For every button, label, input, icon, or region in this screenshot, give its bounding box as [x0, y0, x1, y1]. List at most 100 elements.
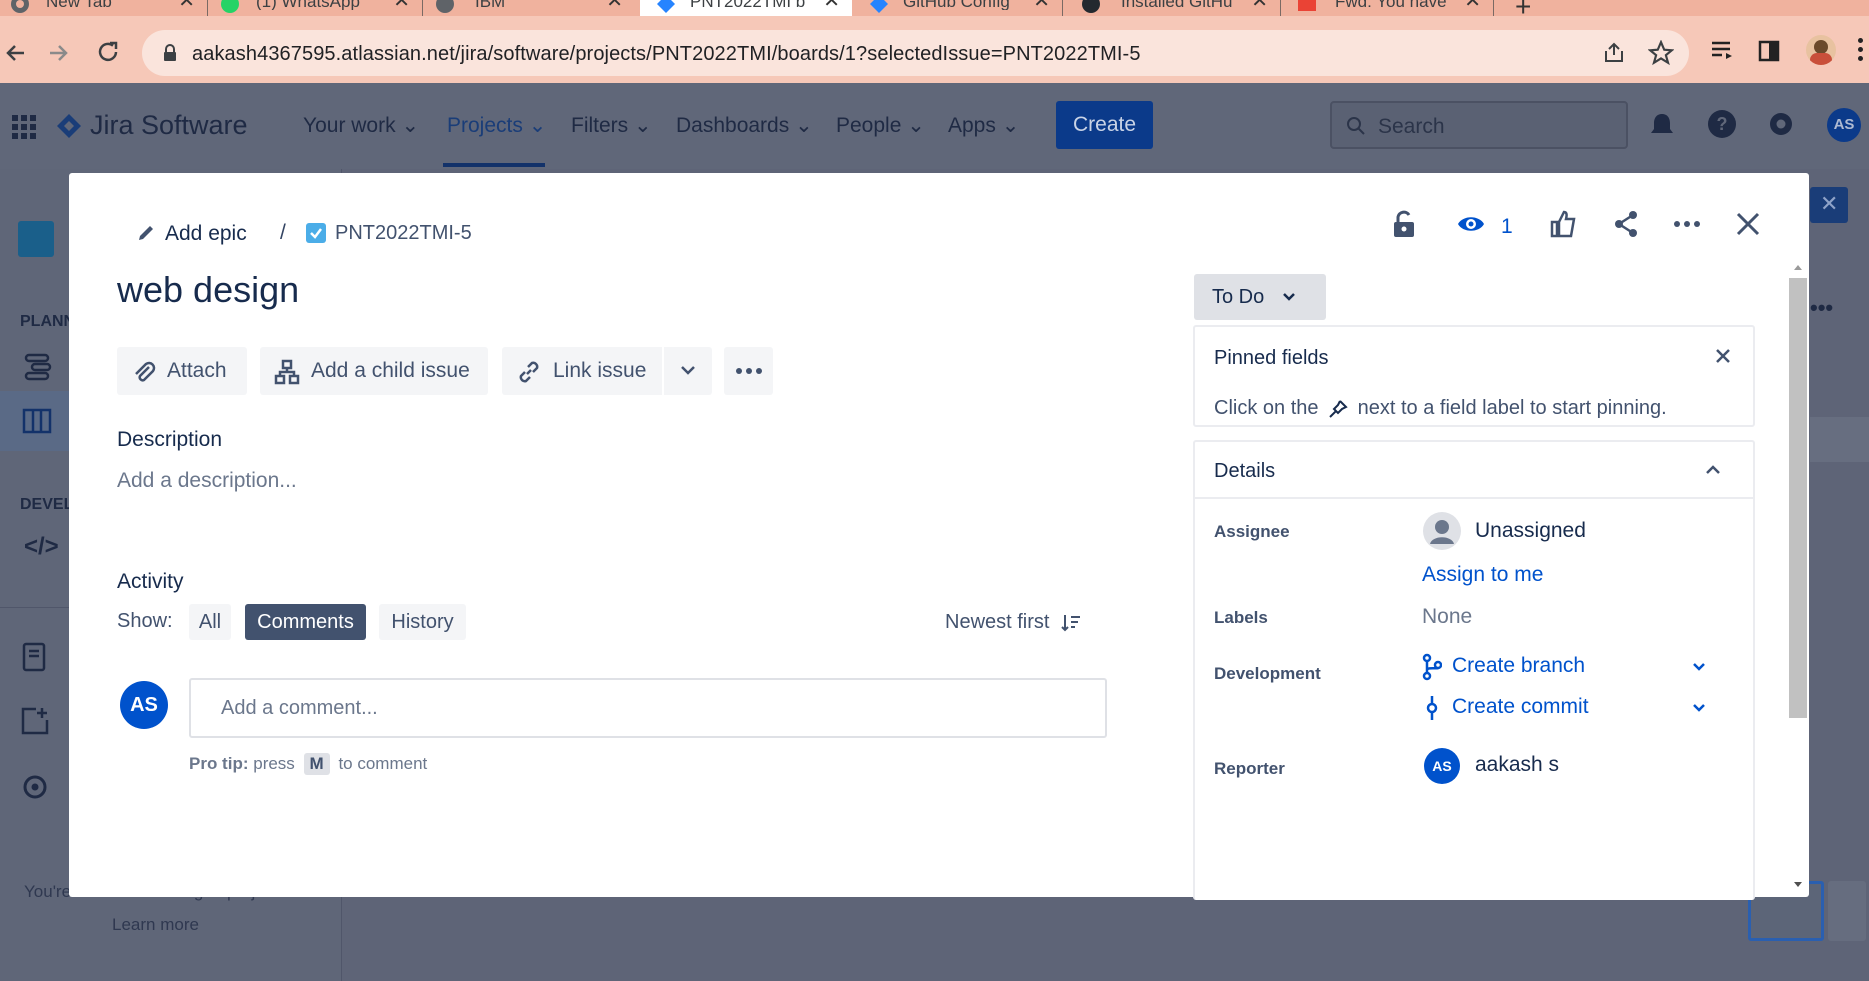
- browser-tab[interactable]: (1) WhatsApp ✕: [210, 0, 422, 16]
- browser-tab[interactable]: IBM ✕: [425, 0, 635, 16]
- assign-to-me-link[interactable]: Assign to me: [1422, 563, 1543, 587]
- attach-button[interactable]: Attach: [117, 347, 247, 395]
- labels-value[interactable]: None: [1422, 605, 1472, 629]
- details-scrollbar[interactable]: [1787, 260, 1809, 893]
- close-pinned-icon[interactable]: [1715, 348, 1731, 364]
- chevron-down-icon[interactable]: [1692, 703, 1706, 713]
- chevron-down-icon[interactable]: [1692, 662, 1706, 672]
- search-input[interactable]: Search: [1330, 101, 1628, 149]
- browser-tab-active[interactable]: PNT2022TMI b ✕: [640, 0, 852, 16]
- description-field[interactable]: Add a description...: [117, 469, 997, 505]
- add-child-issue-button[interactable]: Add a child issue: [260, 347, 488, 395]
- new-tab-icon[interactable]: +: [1515, 0, 1531, 16]
- board-icon: [22, 408, 52, 434]
- watch-eye-icon[interactable]: [1456, 209, 1486, 239]
- app-switcher-icon[interactable]: [12, 115, 36, 139]
- help-icon[interactable]: ?: [1707, 109, 1737, 139]
- child-issue-icon: [274, 359, 300, 385]
- nav-dashboards[interactable]: Dashboards ⌄: [676, 113, 813, 138]
- nav-filters[interactable]: Filters ⌄: [571, 113, 652, 138]
- close-tab-icon[interactable]: ✕: [606, 0, 623, 11]
- jira-logo-icon[interactable]: [56, 113, 82, 139]
- project-avatar-icon[interactable]: [18, 221, 54, 257]
- browser-tab[interactable]: Fwd: You have ✕: [1283, 0, 1493, 16]
- browser-menu-icon[interactable]: [1858, 38, 1863, 62]
- assignee-label: Assignee: [1214, 522, 1290, 541]
- tab-title: New Tab: [46, 0, 112, 10]
- reading-list-icon[interactable]: [1710, 40, 1736, 62]
- unlock-icon[interactable]: [1389, 209, 1419, 239]
- scroll-up-arrow-icon[interactable]: [1791, 262, 1805, 272]
- user-avatar[interactable]: AS: [1827, 108, 1861, 142]
- reporter-name[interactable]: aakash s: [1475, 753, 1559, 777]
- more-actions-icon[interactable]: [1672, 209, 1702, 239]
- like-thumbs-up-icon[interactable]: [1548, 209, 1578, 239]
- comment-input[interactable]: Add a comment...: [189, 678, 1107, 738]
- close-tab-icon[interactable]: ✕: [1251, 0, 1268, 11]
- sidebar-section-planning: PLANN: [20, 313, 76, 330]
- settings-gear-icon[interactable]: [1766, 109, 1796, 139]
- code-icon[interactable]: </>: [24, 533, 59, 561]
- share-page-icon[interactable]: [1602, 41, 1626, 65]
- learn-more-link[interactable]: Learn more: [112, 915, 199, 935]
- tab-separator: [207, 0, 208, 16]
- product-name[interactable]: Jira Software: [90, 110, 248, 141]
- add-shortcut-icon[interactable]: [20, 706, 50, 736]
- reporter-label: Reporter: [1214, 759, 1285, 778]
- reload-icon[interactable]: [96, 40, 120, 64]
- bookmark-star-icon[interactable]: [1648, 40, 1674, 66]
- pinned-fields-panel: Pinned fields Click on the next to a fie…: [1193, 325, 1755, 427]
- watchers-count[interactable]: 1: [1501, 215, 1513, 239]
- filter-comments[interactable]: Comments: [245, 604, 366, 640]
- issue-summary-title[interactable]: web design: [117, 269, 299, 311]
- browser-tab[interactable]: GitHub Config ✕: [857, 0, 1062, 16]
- more-toolbar-button[interactable]: [724, 347, 773, 395]
- task-type-icon: [306, 223, 326, 243]
- nav-people[interactable]: People ⌄: [836, 113, 925, 138]
- scrollbar-thumb[interactable]: [1789, 278, 1807, 718]
- address-bar[interactable]: aakash4367595.atlassian.net/jira/softwar…: [142, 30, 1689, 76]
- nav-projects[interactable]: Projects ⌄: [447, 113, 546, 138]
- status-dropdown[interactable]: To Do: [1194, 274, 1326, 320]
- lock-icon[interactable]: [162, 44, 178, 62]
- close-tab-icon[interactable]: ✕: [823, 0, 840, 11]
- profile-avatar[interactable]: [1806, 35, 1836, 65]
- details-header[interactable]: Details: [1195, 442, 1753, 499]
- create-branch-link[interactable]: Create branch: [1422, 649, 1782, 685]
- close-tab-icon[interactable]: ✕: [1033, 0, 1050, 11]
- link-issue-dropdown[interactable]: [664, 347, 712, 395]
- notifications-icon[interactable]: [1648, 111, 1676, 139]
- timeline-icon[interactable]: [24, 352, 52, 382]
- forward-arrow-icon[interactable]: [48, 42, 70, 64]
- close-tab-icon[interactable]: ✕: [1464, 0, 1481, 11]
- top-navigation: Jira Software Your work ⌄ Projects ⌄ Fil…: [0, 83, 1869, 169]
- assignee-value[interactable]: Unassigned: [1475, 519, 1586, 543]
- chevron-down-icon: [681, 366, 695, 375]
- comment-placeholder: Add a comment...: [221, 697, 378, 719]
- share-icon[interactable]: [1611, 209, 1641, 239]
- nav-apps[interactable]: Apps ⌄: [948, 113, 1019, 138]
- create-commit-link[interactable]: Create commit: [1422, 690, 1782, 726]
- sort-newest-first[interactable]: Newest first: [945, 611, 1081, 634]
- project-pages-icon[interactable]: [22, 642, 46, 672]
- branch-icon: [1422, 653, 1442, 681]
- filter-all[interactable]: All: [189, 604, 231, 640]
- close-tab-icon[interactable]: ✕: [393, 0, 410, 11]
- filter-history[interactable]: History: [379, 604, 466, 640]
- browser-tab[interactable]: New Tab ✕: [0, 0, 207, 16]
- create-button[interactable]: Create: [1056, 101, 1153, 149]
- scroll-down-arrow-icon[interactable]: [1791, 880, 1805, 890]
- gmail-icon: [1298, 0, 1316, 11]
- pinned-fields-heading: Pinned fields: [1214, 347, 1329, 369]
- nav-your-work[interactable]: Your work ⌄: [303, 113, 419, 138]
- browser-tab[interactable]: Installed GitHu ✕: [1065, 0, 1280, 16]
- side-panel-icon[interactable]: [1758, 40, 1780, 62]
- project-settings-icon[interactable]: [20, 772, 50, 802]
- close-modal-icon[interactable]: [1733, 209, 1763, 239]
- back-arrow-icon[interactable]: [4, 42, 26, 64]
- link-issue-button[interactable]: Link issue: [502, 347, 662, 395]
- close-tab-icon[interactable]: ✕: [178, 0, 195, 11]
- chevron-down-icon: [1283, 293, 1295, 301]
- browser-tab-strip: New Tab ✕ (1) WhatsApp ✕ IBM ✕ PNT2022TM…: [0, 0, 1869, 16]
- reporter-avatar: AS: [1424, 748, 1460, 784]
